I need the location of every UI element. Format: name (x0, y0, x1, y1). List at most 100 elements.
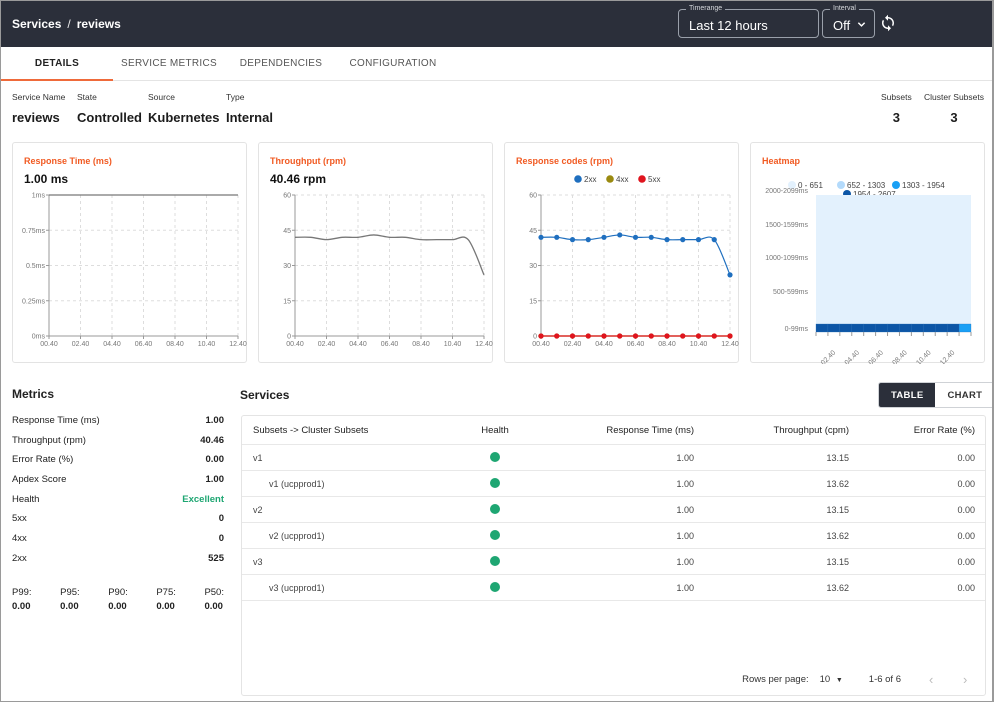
heatmap-cell (839, 323, 852, 333)
x-tick-label: 00.40 (286, 341, 304, 348)
breadcrumb-current: reviews (76, 17, 121, 31)
y-tick-label: 15 (283, 298, 291, 305)
data-point-2xx (648, 234, 654, 240)
x-tick-label: 10.40 (915, 349, 932, 364)
health-cell (442, 555, 548, 568)
timerange-select[interactable]: Timerange Last 12 hours (678, 4, 819, 38)
y-tick-label: 30 (529, 263, 537, 270)
metric-label: Health (12, 493, 40, 505)
error-rate-cell: 0.00 (957, 478, 975, 489)
info-type: Type Internal (226, 92, 273, 125)
info-value: reviews (12, 110, 60, 125)
table-view-button[interactable]: TABLE (879, 383, 936, 407)
previous-page-icon[interactable]: ‹ (929, 672, 937, 687)
response-time-cell: 1.00 (676, 556, 694, 567)
x-tick-label: 10.40 (444, 341, 462, 348)
y-tick-label: 45 (283, 228, 291, 235)
throughput-cell: 13.15 (826, 504, 849, 515)
interval-select[interactable]: Interval Off (822, 4, 875, 38)
legend-label: 4xx (616, 175, 628, 184)
percentile-value: 0.00 (108, 600, 127, 612)
table-header: Subsets -> Cluster Subsets Health Respon… (242, 416, 985, 445)
throughput-cell: 13.62 (826, 530, 849, 541)
x-tick-label: 08.40 (412, 341, 430, 348)
heatmap-cell (958, 323, 972, 333)
health-cell (442, 529, 548, 542)
response-time-cell: 1.00 (676, 582, 694, 593)
breadcrumb-services[interactable]: Services (12, 17, 61, 31)
tab-dependencies[interactable]: DEPENDENCIES (225, 47, 337, 80)
info-value: 3 (950, 110, 958, 125)
tab-service-metrics[interactable]: SERVICE METRICS (113, 47, 225, 80)
column-header-error-rate[interactable]: Error Rate (%) (849, 425, 975, 436)
legend-label: 652 - 1303 (847, 181, 886, 190)
table-row[interactable]: v3 (ucpprod1) 1.00 13.62 0.00 (242, 575, 985, 601)
metric-label: Response Time (ms) (12, 415, 100, 426)
heatmap-cell (947, 323, 960, 333)
column-header-subsets[interactable]: Subsets -> Cluster Subsets (242, 425, 442, 436)
breadcrumb: Services / reviews (12, 17, 121, 31)
y-tick-label: 30 (283, 263, 291, 270)
info-value: Kubernetes (148, 110, 220, 125)
legend-marker-4xx (606, 175, 614, 183)
throughput-card: 00.40 02.40 04.40 06.40 08.40 10.40 12.40 0 15 30… (258, 142, 493, 363)
metric-row: Health Excellent (12, 494, 224, 514)
table-row[interactable]: v1 (ucpprod1) 1.00 13.62 0.00 (242, 471, 985, 497)
data-point-2xx (711, 237, 717, 243)
rows-per-page-select[interactable]: 10 ▼ (820, 674, 843, 685)
y-tick-label: 45 (529, 228, 537, 235)
y-tick-label: 0.75ms (22, 228, 45, 235)
y-tick-label: 15 (529, 298, 537, 305)
health-cell (442, 451, 548, 464)
y-tick-label: 1500-1599ms (765, 222, 808, 229)
metric-row: Error Rate (%) 0.00 (12, 454, 224, 474)
table-row[interactable]: v2 1.00 13.15 0.00 (242, 497, 985, 523)
data-point-2xx (554, 234, 560, 240)
percentile-value: 0.00 (12, 600, 31, 612)
percentile-item: P75: 0.00 (156, 587, 176, 612)
app-window: Services / reviews Timerange Last 12 hou… (1, 1, 992, 701)
legend-label: 2xx (584, 175, 596, 184)
column-header-health[interactable]: Health (442, 425, 548, 436)
table-row[interactable]: v2 (ucpprod1) 1.00 13.62 0.00 (242, 523, 985, 549)
data-point-5xx (585, 333, 591, 339)
metric-row: 4xx 0 (12, 533, 224, 553)
x-tick-label: 08.40 (891, 349, 908, 364)
info-label: Subsets (881, 92, 912, 102)
table-row[interactable]: v3 1.00 13.15 0.00 (242, 549, 985, 575)
data-point-5xx (617, 333, 623, 339)
info-value: Controlled (77, 110, 142, 125)
data-point-5xx (695, 333, 702, 339)
next-page-icon[interactable]: › (963, 672, 971, 687)
column-header-response-time[interactable]: Response Time (ms) (548, 425, 694, 436)
data-point-5xx (664, 333, 670, 339)
response-time-card: 00.40 02.40 04.40 06.40 08.40 10.40 12.40 0ms 0.… (12, 142, 247, 363)
info-label: Type (226, 92, 245, 102)
heatmap-cell (899, 323, 912, 333)
heatmap-cell (851, 323, 864, 333)
x-tick-label: 06.40 (868, 349, 885, 364)
tab-details[interactable]: DETAILS (1, 47, 113, 81)
heatmap-cell (935, 323, 948, 333)
heatmap-cell (887, 323, 900, 333)
y-tick-label: 1000-1099ms (765, 255, 808, 262)
tab-configuration[interactable]: CONFIGURATION (337, 47, 449, 80)
data-point-2xx (695, 237, 702, 243)
table-row[interactable]: v1 1.00 13.15 0.00 (242, 445, 985, 471)
percentile-item: P90: 0.00 (108, 587, 128, 612)
health-status-dot (490, 503, 500, 514)
health-status-dot (490, 477, 500, 488)
column-header-throughput[interactable]: Throughput (cpm) (694, 425, 849, 436)
refresh-icon[interactable] (879, 14, 897, 32)
response-codes-card: 00.40 02.40 04.40 06.40 08.40 10.40 12.40 0 15 30… (504, 142, 739, 363)
metric-label: 4xx (12, 533, 27, 545)
y-tick-label: 0 (287, 334, 291, 341)
health-status-dot (490, 581, 500, 592)
metric-value: 40.46 (200, 434, 224, 446)
interval-value: Off (833, 18, 851, 33)
x-tick-label: 02.40 (72, 341, 90, 348)
x-tick-label: 12.40 (721, 341, 739, 348)
card-value: 40.46 rpm (270, 172, 327, 186)
chart-view-button[interactable]: CHART (935, 383, 992, 407)
subset-name: v3 (253, 556, 263, 567)
